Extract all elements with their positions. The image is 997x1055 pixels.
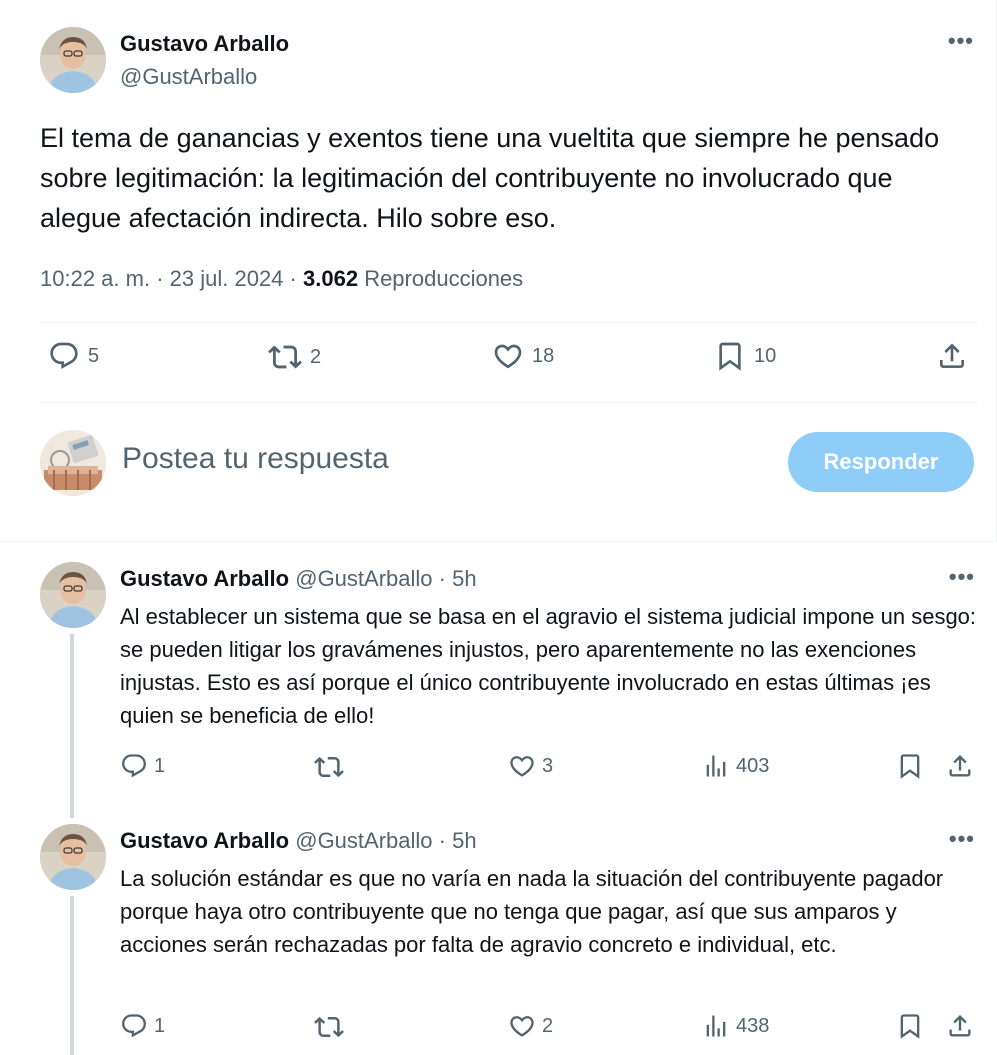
retweet-icon: [314, 1016, 344, 1038]
reply-icon: [122, 754, 146, 778]
share-icon: [949, 755, 971, 777]
header-separator: ·: [438, 828, 446, 853]
reply-count: 1: [154, 754, 166, 777]
tweet-date[interactable]: 23 jul. 2024: [170, 266, 284, 291]
bookmark-icon: [900, 1014, 920, 1039]
author-handle[interactable]: @GustArballo: [295, 828, 432, 853]
like-button[interactable]: 2: [508, 1012, 553, 1040]
thread-connector: [70, 634, 74, 818]
reply-icon: [122, 1014, 146, 1038]
like-count: 2: [542, 1014, 554, 1037]
reply-actions: 1 3 403: [120, 752, 980, 788]
retweet-icon: [314, 756, 344, 778]
bookmark-count: 10: [754, 344, 777, 367]
author-avatar[interactable]: [40, 824, 106, 890]
main-tweet: Gustavo Arballo @GustArballo ••• El tema…: [0, 0, 997, 541]
user-avatar[interactable]: [40, 430, 106, 496]
meta-separator: ·: [289, 266, 297, 291]
like-count: 3: [542, 754, 554, 777]
reply-button[interactable]: 1: [120, 752, 165, 780]
more-options-icon[interactable]: •••: [949, 564, 975, 590]
heart-icon: [510, 756, 534, 777]
reply-input[interactable]: Postea tu respuesta: [122, 442, 389, 476]
retweet-count: 2: [310, 345, 322, 368]
author-handle[interactable]: @GustArballo: [295, 566, 432, 591]
thread-reply: Gustavo Arballo @GustArballo · 5h ••• La…: [0, 824, 997, 1055]
author-avatar[interactable]: [40, 562, 106, 628]
author-name[interactable]: Gustavo Arballo: [120, 31, 289, 57]
views-label: Reproducciones: [364, 266, 524, 291]
bookmark-button[interactable]: 10: [714, 340, 776, 372]
retweet-button[interactable]: [314, 1012, 344, 1042]
tweet-actions: 5 2 18 10: [40, 340, 980, 386]
reply-actions: 1 2 438: [120, 1012, 980, 1048]
views-count[interactable]: 3.062: [303, 266, 358, 291]
retweet-button[interactable]: [314, 752, 344, 782]
analytics-icon: [706, 1015, 726, 1037]
retweet-button[interactable]: 2: [268, 340, 321, 374]
header-separator: ·: [438, 566, 446, 591]
divider: [40, 322, 978, 323]
reply-text: Al establecer un sistema que se basa en …: [120, 604, 977, 728]
share-icon: [949, 1015, 971, 1037]
reply-count: 1: [154, 1014, 166, 1037]
reply-header: Gustavo Arballo @GustArballo · 5h: [120, 566, 477, 592]
section-divider: [0, 541, 997, 542]
heart-icon: [494, 344, 522, 369]
views-button[interactable]: 403: [702, 752, 769, 780]
respond-button[interactable]: Responder: [788, 432, 974, 492]
share-button[interactable]: [936, 340, 968, 372]
bookmark-icon: [900, 754, 920, 779]
bookmark-icon: [719, 342, 741, 371]
tweet-meta: 10:22 a. m. · 23 jul. 2024 · 3.062 Repro…: [40, 266, 523, 292]
reply-count: 5: [88, 344, 100, 367]
like-count: 18: [532, 344, 555, 367]
tweet-text: El tema de ganancias y exentos tiene una…: [40, 123, 940, 233]
heart-icon: [510, 1016, 534, 1037]
reply-button[interactable]: 1: [120, 1012, 165, 1040]
views-count: 438: [736, 1014, 770, 1037]
retweet-icon: [268, 345, 302, 369]
reply-button[interactable]: 5: [48, 340, 99, 372]
author-avatar[interactable]: [40, 27, 106, 93]
reply-time[interactable]: 5h: [452, 566, 476, 591]
thread-reply: Gustavo Arballo @GustArballo · 5h ••• Al…: [0, 562, 997, 824]
bookmark-button[interactable]: [896, 752, 924, 780]
reply-text: La solución estándar es que no varía en …: [120, 866, 944, 957]
thread-connector: [70, 896, 74, 1055]
reply-time[interactable]: 5h: [452, 828, 476, 853]
reply-composer: Postea tu respuesta Responder: [40, 430, 980, 500]
more-options-icon[interactable]: •••: [948, 28, 974, 54]
like-button[interactable]: 3: [508, 752, 553, 780]
share-icon: [940, 343, 964, 368]
views-count: 403: [736, 754, 770, 777]
author-handle[interactable]: @GustArballo: [120, 64, 257, 90]
share-button[interactable]: [946, 752, 974, 780]
more-options-icon[interactable]: •••: [949, 826, 975, 852]
views-button[interactable]: 438: [702, 1012, 769, 1040]
tweet-time[interactable]: 10:22 a. m.: [40, 266, 150, 291]
like-button[interactable]: 18: [492, 340, 554, 372]
author-name[interactable]: Gustavo Arballo: [120, 566, 289, 591]
reply-header: Gustavo Arballo @GustArballo · 5h: [120, 828, 477, 854]
author-name[interactable]: Gustavo Arballo: [120, 828, 289, 853]
meta-separator: ·: [156, 266, 164, 291]
share-button[interactable]: [946, 1012, 974, 1040]
divider: [40, 402, 978, 403]
bookmark-button[interactable]: [896, 1012, 924, 1040]
reply-icon: [50, 342, 78, 369]
analytics-icon: [706, 755, 726, 777]
